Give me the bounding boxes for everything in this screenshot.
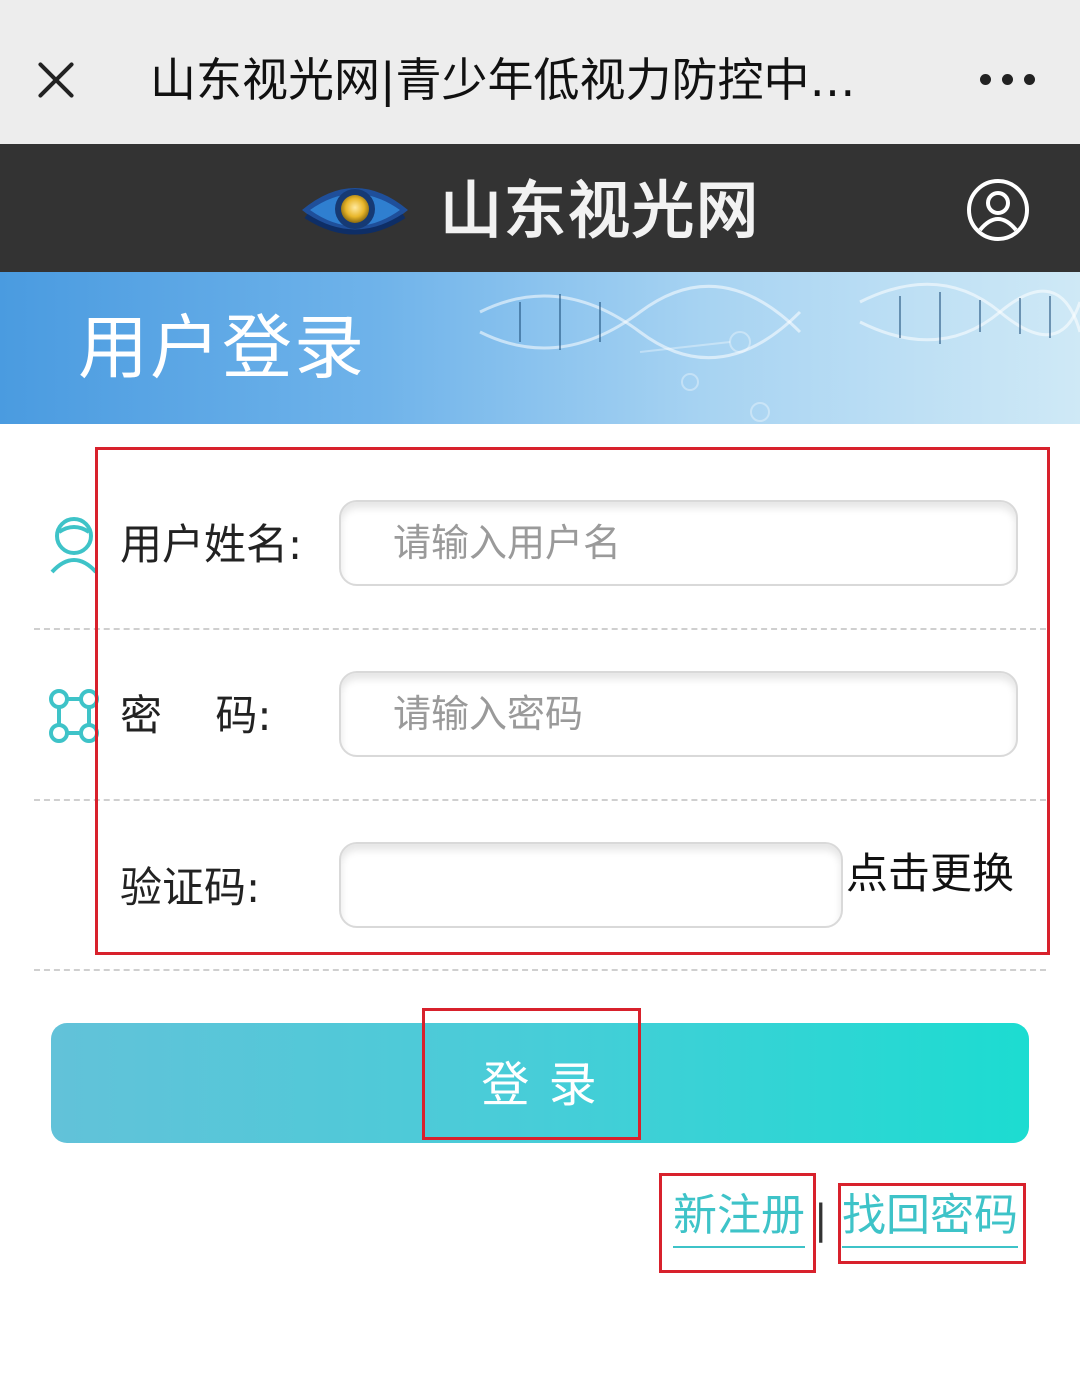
network-nodes-icon [49, 689, 99, 743]
brand-name: 山东视光网 [440, 174, 761, 247]
login-button[interactable]: 登 录 [51, 1023, 1029, 1143]
username-input[interactable] [339, 500, 1018, 586]
login-button-label: 登 录 [481, 1057, 599, 1113]
user-circle-icon[interactable] [966, 178, 1030, 242]
captcha-refresh-link[interactable]: 点击更换 [846, 846, 1014, 902]
close-icon[interactable] [28, 50, 84, 110]
register-link[interactable]: 新注册 [673, 1186, 805, 1248]
more-dots-icon[interactable] [978, 70, 1038, 90]
page-title: 山东视光网|青少年低视力防控中心|... [150, 53, 900, 107]
divider [34, 628, 1046, 630]
captcha-input[interactable] [339, 842, 843, 928]
divider [34, 799, 1046, 801]
captcha-label: 验证码: [120, 863, 261, 912]
password-input[interactable] [339, 671, 1018, 757]
link-separator: | [814, 1197, 828, 1243]
username-label: 用户姓名: [120, 520, 303, 569]
user-avatar-icon [50, 517, 98, 574]
recover-password-link[interactable]: 找回密码 [842, 1186, 1018, 1248]
divider [34, 969, 1046, 971]
banner-title: 用户登录 [78, 307, 366, 389]
password-label: 密 码: [120, 691, 272, 740]
eye-logo-icon [302, 188, 408, 235]
